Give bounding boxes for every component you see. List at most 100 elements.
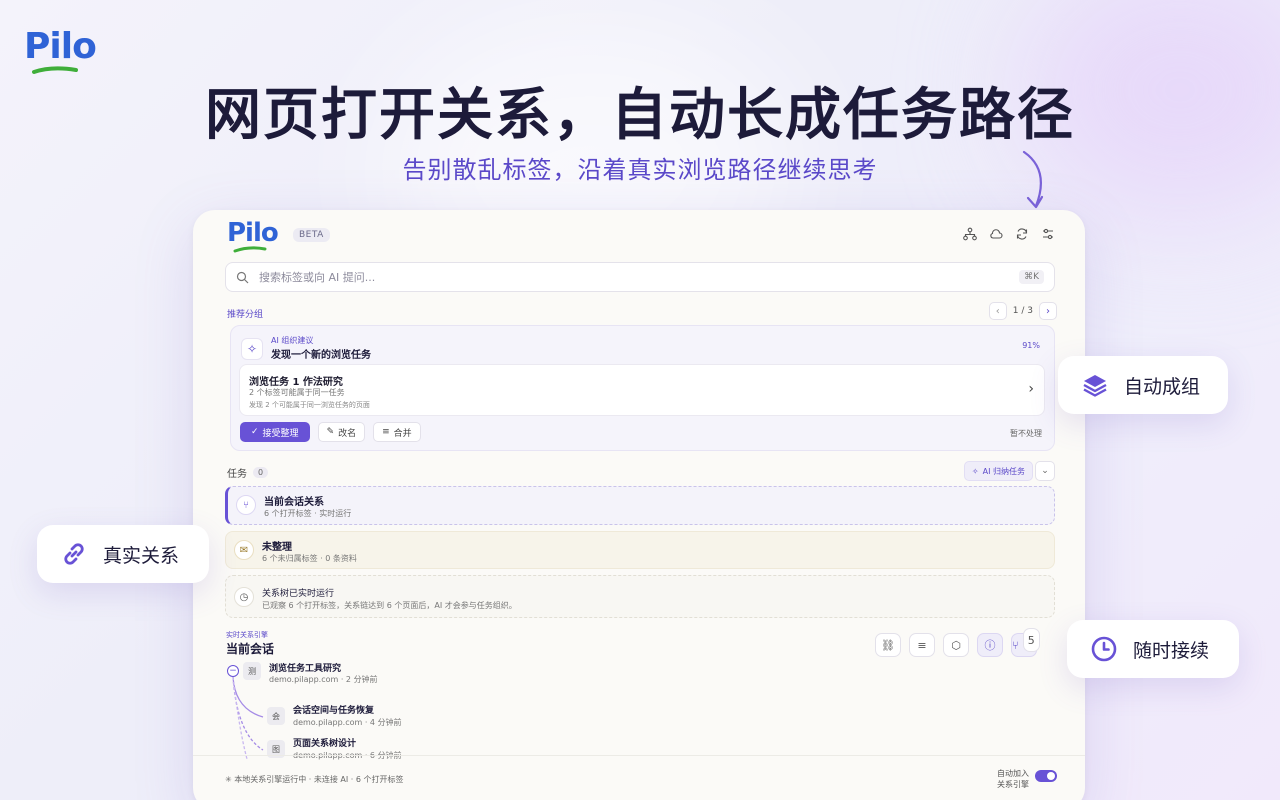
branch-count-badge: 5	[1022, 628, 1040, 652]
tree-node-title[interactable]: 会话空间与任务恢复	[293, 703, 374, 716]
task-row-current-session[interactable]: ⑂ 当前会话关系 6 个打开标签 · 实时运行	[225, 486, 1055, 525]
tasks-count: 0	[253, 467, 269, 478]
task-row-title: 未整理	[262, 542, 292, 553]
search-shortcut: ⌘K	[1019, 270, 1044, 284]
extension-panel: Pilo BETA 搜索标签或向 AI 提问... ⌘K 推荐分组 ‹ 1 / …	[193, 210, 1085, 800]
recommended-label: 推荐分组	[227, 310, 264, 320]
suggested-task-title: 浏览任务 1 作法研究	[249, 377, 343, 388]
callout-text: 自动成组	[1124, 375, 1201, 398]
pager: ‹ 1 / 3 ›	[988, 302, 1057, 320]
merge-label: 合并	[393, 428, 412, 439]
confidence-score: 91%	[1022, 341, 1040, 350]
tree-node-sub: demo.pilapp.com · 4 分钟前	[293, 718, 402, 727]
task-row-title: 当前会话关系	[264, 497, 324, 508]
prev-page-button[interactable]: ‹	[988, 302, 1007, 320]
sync-icon[interactable]	[1015, 226, 1029, 240]
info-icon[interactable]: ⓘ	[977, 633, 1003, 657]
clock-icon: ◷	[234, 587, 254, 607]
list-arrow-icon[interactable]: ≡	[909, 633, 935, 657]
engine-status-text: 本地关系引擎运行中 · 未连接 AI · 6 个打开标签	[234, 775, 404, 784]
logo-swoosh-icon	[233, 246, 267, 253]
tree-icon[interactable]	[963, 226, 977, 241]
page-favicon: 会	[267, 707, 285, 725]
relation-tree-status: ◷ 关系树已实时运行 已观察 6 个打开标签，关系链达到 6 个页面后，AI 才…	[225, 575, 1055, 618]
ai-summarize-button[interactable]: ✧ AI 归纳任务	[963, 461, 1033, 481]
panel-logo: Pilo	[227, 218, 279, 253]
sparkle-icon: ✧	[971, 466, 979, 476]
ai-summarize-label: AI 归纳任务	[982, 466, 1025, 476]
logo-text: Pilo	[24, 26, 97, 67]
panel-logo-text: Pilo	[227, 218, 279, 248]
suggestion-actions: ✓ 接受整理 ✎ 改名 ≡ 合并	[240, 422, 421, 442]
skip-link[interactable]: 暂不处理	[1010, 428, 1042, 439]
inbox-icon: ✉	[234, 540, 254, 560]
tasks-header: 任务 0	[227, 465, 269, 480]
branch-icon[interactable]: ⑂ 5	[1011, 628, 1040, 657]
layers-icon	[1080, 370, 1110, 400]
tasks-label: 任务	[227, 469, 247, 480]
next-page-button[interactable]: ›	[1039, 302, 1057, 320]
task-row-unsorted[interactable]: ✉ 未整理 6 个未归属标签 · 0 条资料	[225, 531, 1055, 569]
engine-label: 实时关系引擎	[226, 631, 268, 639]
rename-label: 改名	[338, 428, 357, 439]
settings-icon[interactable]	[1041, 226, 1055, 240]
check-icon: ✓	[251, 427, 259, 437]
status-sub: 已观察 6 个打开标签，关系链达到 6 个页面后，AI 才会参与任务组织。	[262, 601, 517, 610]
tree-node-sub: demo.pilapp.com · 2 分钟前	[269, 675, 378, 684]
suggested-task-line2: 发现 2 个可能属于同一浏览任务的页面	[249, 401, 370, 409]
pencil-icon: ✎	[326, 427, 335, 437]
cube-icon[interactable]: ⬡	[943, 633, 969, 657]
callout-text: 随时接续	[1133, 639, 1210, 662]
accept-label: 接受整理	[262, 428, 299, 439]
engine-toolbar: ⛓ ≡ ⬡ ⓘ ⑂ 5	[875, 628, 1040, 657]
panel-footer: ✳ 本地关系引擎运行中 · 未连接 AI · 6 个打开标签 自动加入 关系引擎	[193, 755, 1085, 800]
collapse-icon[interactable]: −	[227, 665, 239, 677]
clock-icon	[1089, 634, 1119, 664]
relation-tree: − 测 浏览任务工具研究 demo.pilapp.com · 2 分钟前 会 会…	[225, 659, 675, 769]
ai-card-title: 发现一个新的浏览任务	[271, 350, 371, 361]
status-title: 关系树已实时运行	[262, 589, 335, 599]
auto-join-line1: 自动加入	[997, 769, 1029, 778]
tree-node-title[interactable]: 浏览任务工具研究	[269, 661, 341, 674]
suggested-task-item[interactable]: 浏览任务 1 作法研究 2 个标签可能属于同一任务 发现 2 个可能属于同一浏览…	[239, 364, 1045, 416]
hero-headline: 网页打开关系，自动长成任务路径	[205, 83, 1075, 148]
ai-suggestion-card: ✧ AI 组织建议 发现一个新的浏览任务 91% 浏览任务 1 作法研究 2 个…	[230, 325, 1055, 451]
hero-subhead: 告别散乱标签，沿着真实浏览路径继续思考	[402, 156, 878, 184]
engine-title: 当前会话	[226, 642, 275, 656]
panel-header: Pilo BETA	[193, 210, 1085, 258]
brand-logo: Pilo	[24, 26, 97, 74]
merge-button[interactable]: ≡ 合并	[373, 422, 421, 442]
auto-join-label: 自动加入 关系引擎	[997, 768, 1029, 790]
rename-button[interactable]: ✎ 改名	[317, 422, 366, 442]
callout-auto-group: 自动成组	[1058, 356, 1228, 414]
sun-icon: ✳	[225, 775, 235, 784]
branch-icon: ⑂	[236, 495, 256, 515]
chevron-right-icon[interactable]: ›	[1028, 381, 1034, 397]
ai-card-kicker: AI 组织建议	[271, 336, 314, 345]
task-row-sub: 6 个打开标签 · 实时运行	[264, 509, 352, 518]
callout-real-relations: 真实关系	[37, 525, 209, 583]
search-icon	[236, 271, 249, 283]
beta-badge: BETA	[293, 228, 330, 242]
callout-resume: 随时接续	[1067, 620, 1239, 678]
curved-arrow-icon	[1022, 150, 1044, 209]
search-input[interactable]: 搜索标签或向 AI 提问...	[259, 269, 1019, 285]
link-icon[interactable]: ⛓	[875, 633, 901, 657]
auto-join-toggle[interactable]	[1035, 770, 1057, 782]
link-icon	[59, 539, 89, 569]
suggested-task-line1: 2 个标签可能属于同一任务	[249, 388, 345, 397]
engine-status: ✳ 本地关系引擎运行中 · 未连接 AI · 6 个打开标签	[225, 774, 404, 785]
search-bar[interactable]: 搜索标签或向 AI 提问... ⌘K	[225, 262, 1055, 292]
auto-join-line2: 关系引擎	[997, 780, 1029, 789]
task-row-sub: 6 个未归属标签 · 0 条资料	[262, 554, 357, 563]
accept-button[interactable]: ✓ 接受整理	[240, 422, 310, 442]
page-favicon: 测	[243, 662, 261, 680]
merge-icon: ≡	[382, 427, 390, 437]
callout-text: 真实关系	[103, 544, 180, 567]
cloud-icon[interactable]	[989, 226, 1003, 240]
sparkle-icon: ✧	[241, 338, 263, 360]
header-toolbar	[963, 226, 1055, 241]
page-indicator: 1 / 3	[1012, 306, 1033, 316]
chevron-down-icon[interactable]: ⌄	[1035, 461, 1055, 481]
tree-node-title[interactable]: 页面关系树设计	[293, 736, 356, 749]
